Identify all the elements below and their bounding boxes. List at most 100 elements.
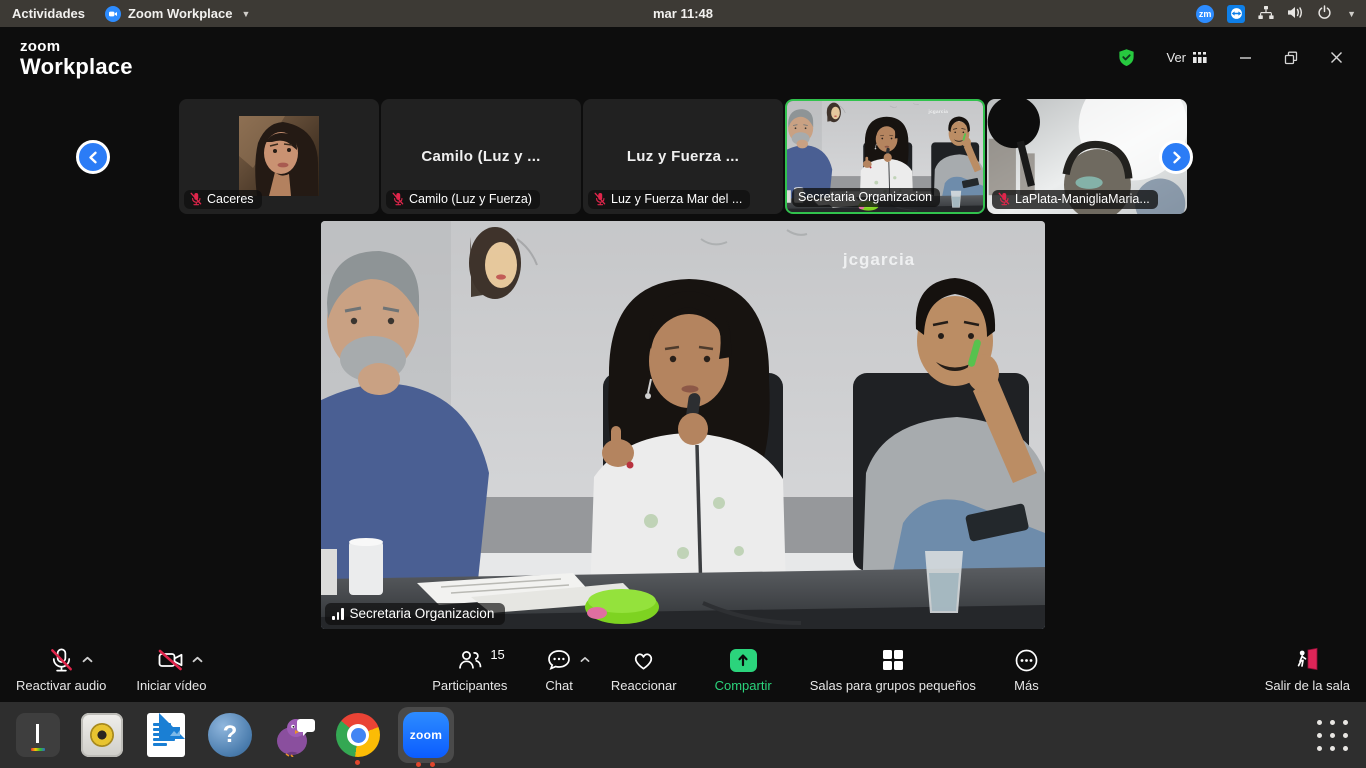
ubuntu-dock: ? zoom: [0, 702, 1366, 768]
dock-item-pidgin[interactable]: [270, 711, 318, 759]
speaker-icon: [81, 713, 123, 757]
participant-name: LaPlata-ManigliaMaria...: [1015, 192, 1150, 206]
participant-filmstrip: Caceres Camilo (Luz y ... Camilo (Luz y …: [0, 99, 1366, 214]
unmute-label: Reactivar audio: [16, 678, 106, 693]
leave-door-icon: [1294, 647, 1320, 673]
muted-mic-icon: [190, 192, 202, 206]
muted-mic-icon: [998, 192, 1010, 206]
heart-icon: [631, 648, 656, 672]
start-video-label: Iniciar vídeo: [136, 678, 206, 693]
breakout-rooms-icon: [881, 648, 905, 672]
more-icon: [1014, 648, 1039, 673]
show-applications-button[interactable]: [1312, 715, 1352, 755]
zoom-app-dock-icon: zoom: [403, 712, 449, 758]
view-label: Ver: [1166, 50, 1186, 65]
gallery-view-icon: [1193, 51, 1208, 64]
participant-name: Luz y Fuerza Mar del ...: [611, 192, 742, 206]
volume-icon[interactable]: [1287, 5, 1304, 23]
text-editor-icon: [16, 713, 60, 757]
dock-item-text-editor[interactable]: [14, 711, 62, 759]
chat-button[interactable]: Chat: [545, 644, 572, 702]
audio-options-chevron[interactable]: [82, 651, 93, 666]
share-screen-button[interactable]: Compartir: [715, 644, 772, 702]
participant-tile-laplata[interactable]: LaPlata-ManigliaMaria...: [987, 99, 1187, 214]
filmstrip-prev-button[interactable]: [76, 140, 110, 174]
muted-mic-icon: [392, 192, 404, 206]
share-icon: [730, 649, 757, 672]
unmute-button[interactable]: Reactivar audio: [16, 644, 106, 702]
participants-label: Participantes: [432, 678, 507, 693]
chat-icon: [546, 648, 572, 673]
dock-item-audio-player[interactable]: [78, 711, 126, 759]
more-button[interactable]: Más: [1014, 644, 1039, 702]
more-label: Más: [1014, 678, 1039, 693]
dock-item-help[interactable]: ?: [206, 711, 254, 759]
teamviewer-tray-icon[interactable]: [1227, 5, 1245, 23]
active-speaker-label: Secretaria Organizacion: [325, 603, 505, 625]
network-icon[interactable]: [1258, 5, 1274, 23]
chat-label: Chat: [545, 678, 572, 693]
react-button[interactable]: Reaccionar: [611, 644, 677, 702]
zoom-app-icon: [105, 6, 121, 22]
zoom-meeting-window: zoom Workplace Ver: [0, 27, 1366, 702]
muted-mic-icon: [48, 647, 75, 674]
help-icon: ?: [208, 713, 252, 757]
dock-item-chrome[interactable]: [334, 711, 382, 759]
audio-level-icon: [332, 608, 344, 620]
security-shield-icon[interactable]: [1117, 47, 1136, 68]
desktop: Actividades Zoom Workplace ▼ mar 11:48 z…: [0, 0, 1366, 768]
minimize-button[interactable]: [1238, 50, 1253, 65]
zoom-workplace-logo: zoom Workplace: [20, 39, 133, 78]
avatar: [239, 116, 319, 196]
logo-line-2: Workplace: [20, 55, 133, 78]
dock-item-zoom[interactable]: zoom: [398, 707, 454, 763]
participants-icon: [457, 648, 483, 672]
zoom-tray-icon[interactable]: zm: [1196, 5, 1214, 23]
gnome-top-bar: Actividades Zoom Workplace ▼ mar 11:48 z…: [0, 0, 1366, 27]
participant-tile-luzyfuerza[interactable]: Luz y Fuerza ... Luz y Fuerza Mar del ..…: [583, 99, 783, 214]
window-header: zoom Workplace Ver: [0, 27, 1366, 99]
video-options-chevron[interactable]: [192, 651, 203, 666]
view-button[interactable]: Ver: [1166, 50, 1208, 65]
participants-button[interactable]: 15 Participantes: [432, 644, 507, 702]
activities-button[interactable]: Actividades: [12, 6, 85, 21]
pidgin-icon: [272, 713, 316, 757]
logo-line-1: zoom: [20, 39, 133, 55]
app-indicator[interactable]: Zoom Workplace ▼: [105, 6, 250, 22]
leave-meeting-label: Salir de la sala: [1265, 678, 1350, 693]
running-indicator: [416, 762, 421, 767]
participant-tile-camilo[interactable]: Camilo (Luz y ... Camilo (Luz y Fuerza): [381, 99, 581, 214]
filmstrip-next-button[interactable]: [1159, 140, 1193, 174]
chevron-down-icon: ▼: [1347, 9, 1356, 19]
participant-name: Secretaria Organizacion: [798, 190, 932, 204]
chevron-down-icon: ▼: [242, 9, 251, 19]
dock-item-libreoffice-writer[interactable]: [142, 711, 190, 759]
breakout-rooms-button[interactable]: Salas para grupos pequeños: [810, 644, 976, 702]
meeting-toolbar: Reactivar audio Iniciar vídeo: [0, 644, 1366, 702]
participant-name: Camilo (Luz y Fuerza): [409, 192, 532, 206]
power-icon[interactable]: [1317, 5, 1332, 23]
speaker-name: Secretaria Organizacion: [350, 606, 495, 621]
start-video-button[interactable]: Iniciar vídeo: [136, 644, 206, 702]
restore-button[interactable]: [1283, 50, 1299, 66]
running-indicator: [430, 762, 435, 767]
chrome-icon: [336, 713, 380, 757]
participant-tile-caceres[interactable]: Caceres: [179, 99, 379, 214]
share-label: Compartir: [715, 678, 772, 693]
chat-options-chevron[interactable]: [580, 651, 590, 666]
video-off-icon: [157, 647, 185, 673]
system-tray[interactable]: zm ▼: [1196, 5, 1356, 23]
running-indicator: [355, 760, 360, 765]
participants-count: 15: [490, 647, 504, 662]
close-button[interactable]: [1329, 50, 1344, 65]
muted-mic-icon: [594, 192, 606, 206]
leave-meeting-button[interactable]: Salir de la sala: [1265, 644, 1350, 702]
app-indicator-label: Zoom Workplace: [128, 6, 233, 21]
clock[interactable]: mar 11:48: [653, 6, 713, 21]
react-label: Reaccionar: [611, 678, 677, 693]
writer-document-icon: [147, 713, 185, 757]
main-speaker-video: Secretaria Organizacion: [321, 221, 1045, 629]
participant-name: Caceres: [207, 192, 254, 206]
breakout-rooms-label: Salas para grupos pequeños: [810, 678, 976, 693]
participant-tile-secretaria-active-speaker[interactable]: Secretaria Organizacion: [785, 99, 985, 214]
